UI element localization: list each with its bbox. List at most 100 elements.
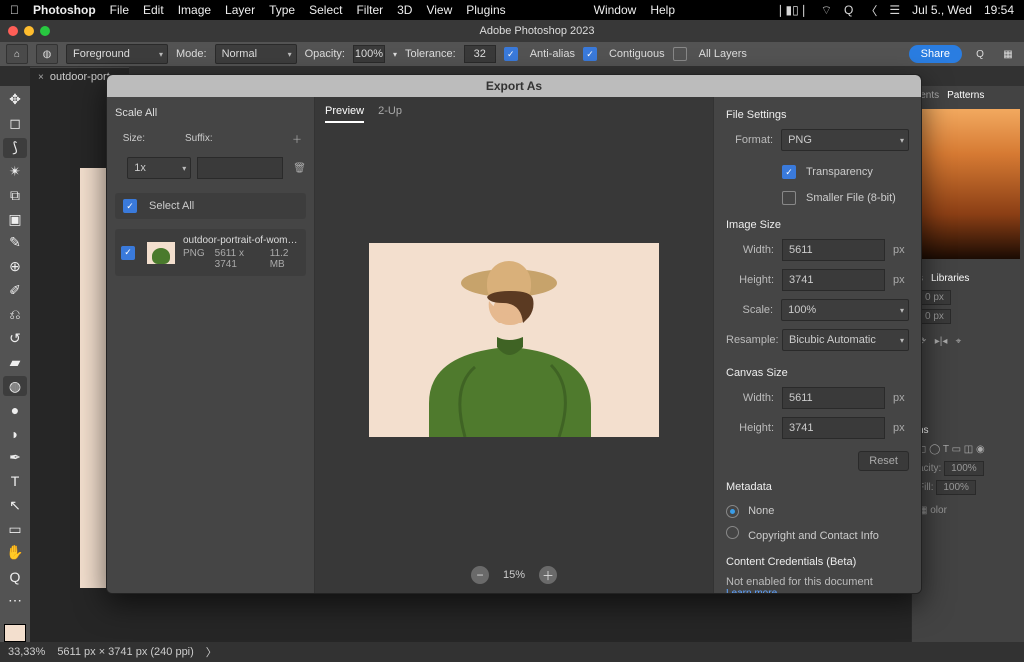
minimize-window-button[interactable]: [24, 26, 34, 36]
menu-type[interactable]: Type: [269, 3, 295, 17]
move-tool-icon[interactable]: ✥: [3, 90, 27, 110]
file-settings-heading: File Settings: [726, 109, 909, 121]
close-window-button[interactable]: [8, 26, 18, 36]
magic-wand-tool-icon[interactable]: ✴: [3, 162, 27, 182]
layer-opacity-field[interactable]: 100%: [944, 461, 984, 476]
menu-edit[interactable]: Edit: [143, 3, 164, 17]
menu-plugins[interactable]: Plugins: [466, 3, 505, 17]
dodge-tool-icon[interactable]: ◗: [3, 424, 27, 444]
metadata-contact-radio[interactable]: [726, 526, 739, 539]
color-picker-panel[interactable]: [916, 109, 1020, 259]
resample-label: Resample:: [726, 334, 774, 346]
crop-tool-icon[interactable]: ⧉: [3, 185, 27, 205]
menu-select[interactable]: Select: [309, 3, 342, 17]
toggles-icon[interactable]: ☰: [889, 3, 900, 17]
options-bar: ⌂ ◍ Foreground Mode: Normal Opacity: 100…: [0, 42, 1024, 66]
x-field[interactable]: 0 px: [918, 290, 951, 305]
antialias-checkbox[interactable]: ✓: [504, 47, 518, 61]
share-button[interactable]: Share: [909, 45, 962, 63]
remove-size-button[interactable]: 🗑: [293, 159, 306, 177]
blur-tool-icon[interactable]: ●: [3, 400, 27, 420]
hand-tool-icon[interactable]: ✋: [3, 543, 27, 563]
transparency-checkbox[interactable]: ✓: [782, 165, 796, 179]
reset-button[interactable]: Reset: [858, 451, 909, 471]
learn-more-link[interactable]: Learn more: [726, 588, 909, 594]
fill-source-select[interactable]: Foreground: [66, 44, 168, 64]
scale-select[interactable]: 100%: [781, 299, 909, 321]
eraser-tool-icon[interactable]: ▰: [3, 352, 27, 372]
menu-window[interactable]: Window: [594, 3, 637, 17]
select-all-checkbox[interactable]: ✓: [123, 199, 137, 213]
size-label: Size:: [115, 133, 145, 144]
add-size-button[interactable]: ＋: [288, 129, 306, 147]
marquee-tool-icon[interactable]: ◻: [3, 114, 27, 134]
clone-stamp-tool-icon[interactable]: ⎌: [3, 305, 27, 325]
libraries-tab[interactable]: Libraries: [931, 273, 969, 284]
control-center-icon[interactable]: 〈: [865, 2, 877, 19]
foreground-swatch[interactable]: [4, 624, 26, 643]
more-tools-icon[interactable]: ⋯: [3, 591, 27, 611]
home-button[interactable]: ⌂: [6, 44, 28, 64]
path-select-tool-icon[interactable]: ↖: [3, 495, 27, 515]
tolerance-field[interactable]: 32: [464, 45, 496, 63]
search-icon[interactable]: Q: [970, 45, 990, 63]
tab-2up[interactable]: 2-Up: [378, 105, 402, 123]
menu-view[interactable]: View: [426, 3, 452, 17]
zoom-window-button[interactable]: [40, 26, 50, 36]
patterns-tab[interactable]: Patterns: [947, 90, 984, 101]
format-select[interactable]: PNG: [781, 129, 909, 151]
content-credentials-status: Not enabled for this document: [726, 576, 909, 588]
menu-filter[interactable]: Filter: [356, 3, 383, 17]
y-field[interactable]: 0 px: [918, 309, 951, 324]
menu-image[interactable]: Image: [178, 3, 211, 17]
dialog-titlebar[interactable]: Export As: [107, 75, 921, 97]
contiguous-checkbox[interactable]: ✓: [583, 47, 597, 61]
pen-tool-icon[interactable]: ✒: [3, 448, 27, 468]
spot-healing-tool-icon[interactable]: ⊕: [3, 257, 27, 277]
smaller-file-checkbox[interactable]: [782, 191, 796, 205]
height-input[interactable]: 3741: [782, 269, 885, 291]
app-title: Adobe Photoshop 2023: [480, 25, 595, 37]
frame-tool-icon[interactable]: ▣: [3, 209, 27, 229]
workspace-icon[interactable]: ▦: [998, 45, 1018, 63]
paint-bucket-tool-icon[interactable]: ◍: [3, 376, 27, 396]
resample-select[interactable]: Bicubic Automatic: [782, 329, 909, 351]
close-tab-icon[interactable]: ×: [38, 72, 44, 83]
mode-select[interactable]: Normal: [215, 44, 297, 64]
shape-tool-icon[interactable]: ▭: [3, 519, 27, 539]
paint-bucket-tool-icon[interactable]: ◍: [36, 44, 58, 64]
zoom-level[interactable]: 33,33%: [8, 646, 45, 658]
preview-image[interactable]: [369, 243, 659, 437]
opacity-field[interactable]: 100%: [353, 45, 385, 63]
all-layers-checkbox[interactable]: [673, 47, 687, 61]
scale-select[interactable]: 1x: [127, 157, 191, 179]
menubar-date[interactable]: Jul 5., Wed: [912, 3, 972, 17]
menu-3d[interactable]: 3D: [397, 3, 412, 17]
menu-file[interactable]: File: [110, 3, 129, 17]
lasso-tool-icon[interactable]: ⟆: [3, 138, 27, 158]
status-chevron-icon[interactable]: 〉: [206, 644, 217, 660]
layer-fill-field[interactable]: 100%: [936, 480, 976, 495]
spotlight-icon[interactable]: Q: [844, 3, 853, 17]
suffix-input[interactable]: [197, 157, 283, 179]
zoom-in-button[interactable]: ＋: [539, 566, 557, 584]
canvas-height-input[interactable]: 3741: [782, 417, 885, 439]
apple-menu-icon[interactable]: [10, 3, 19, 17]
menubar-time[interactable]: 19:54: [984, 3, 1014, 17]
metadata-none-radio[interactable]: [726, 505, 739, 518]
zoom-tool-icon[interactable]: Q: [3, 567, 27, 587]
export-asset-row[interactable]: ✓ outdoor-portrait-of-woman-2022-… PNG 5…: [115, 229, 306, 276]
tab-preview[interactable]: Preview: [325, 105, 364, 123]
zoom-out-button[interactable]: −: [471, 566, 489, 584]
brush-tool-icon[interactable]: ✐: [3, 281, 27, 301]
history-brush-tool-icon[interactable]: ↺: [3, 328, 27, 348]
color-fill-layer[interactable]: ▦ olor: [912, 503, 1024, 518]
asset-checkbox[interactable]: ✓: [121, 246, 135, 260]
app-menu[interactable]: Photoshop: [33, 3, 96, 17]
menu-help[interactable]: Help: [650, 3, 675, 17]
menu-layer[interactable]: Layer: [225, 3, 255, 17]
canvas-width-input[interactable]: 5611: [782, 387, 885, 409]
type-tool-icon[interactable]: T: [3, 472, 27, 492]
width-input[interactable]: 5611: [782, 239, 885, 261]
eyedropper-tool-icon[interactable]: ✎: [3, 233, 27, 253]
